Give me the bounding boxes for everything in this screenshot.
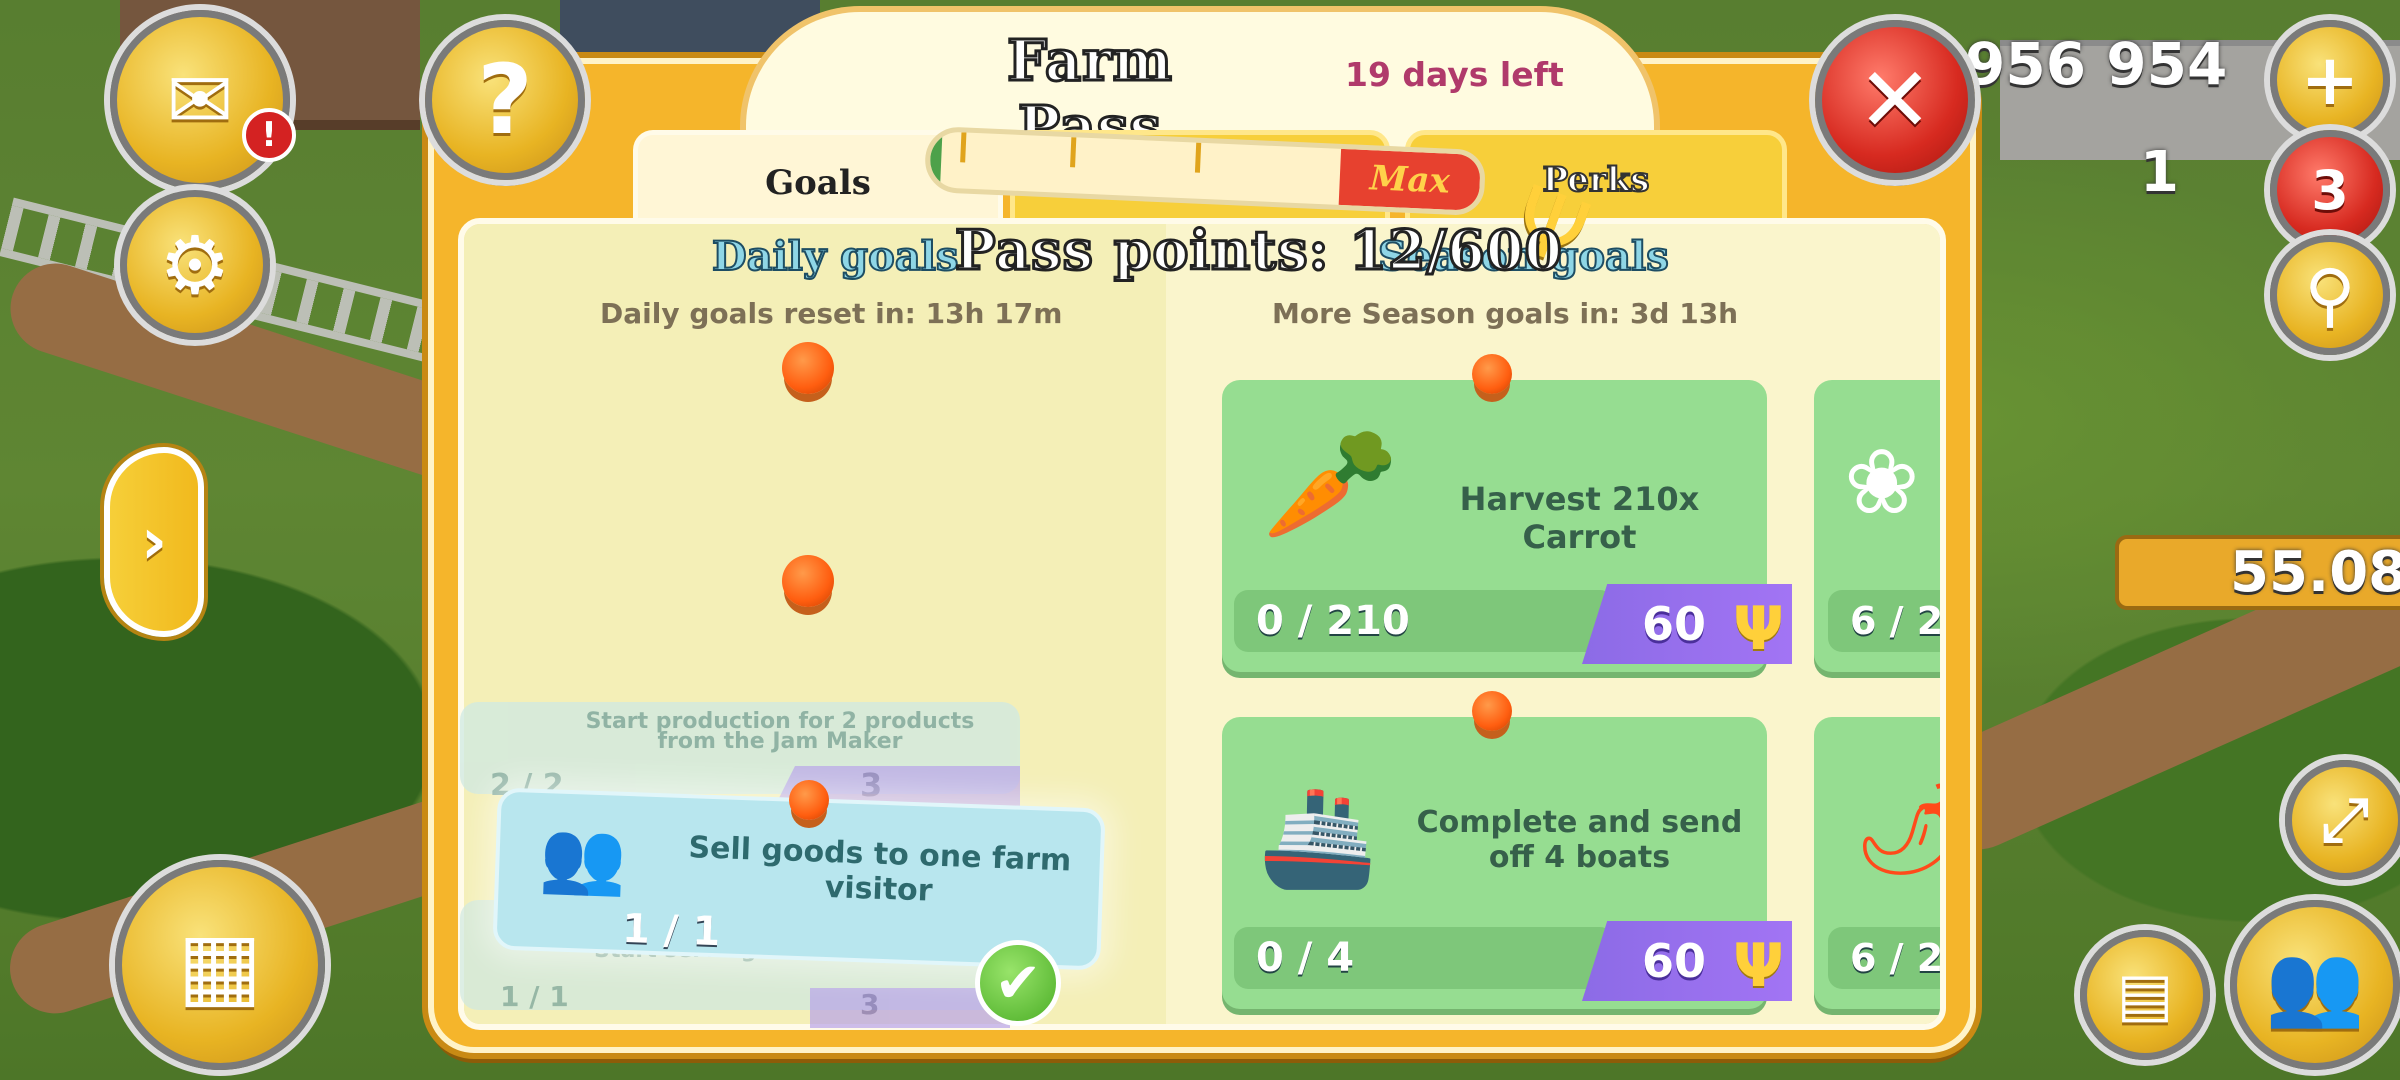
season-goal-card[interactable]: 🥕 Harvest 210x Carrot 0 / 210 60 Ψ — [1222, 380, 1792, 672]
daily-goal-text: Sell goods to one farm visitor — [687, 830, 1072, 909]
season-goal-reward: 60 Ψ — [1582, 584, 1792, 664]
friends-icon: 👥 — [2265, 938, 2365, 1031]
pushpin-icon — [789, 780, 829, 820]
search-button[interactable]: ⚲ — [2270, 235, 2390, 355]
mail-button[interactable]: ✉ — [110, 10, 290, 190]
pitchfork-icon: Ψ — [1733, 594, 1784, 664]
daily-reset-timer: Daily goals reset in: 13h 17m — [600, 297, 1063, 330]
meter-tick — [960, 132, 967, 163]
close-icon: ✕ — [1857, 47, 1933, 153]
daily-goals-heading: Daily goals — [711, 232, 959, 281]
cards-button[interactable]: ▤ — [2080, 930, 2210, 1060]
season-goal-progress: 0 / 4 — [1234, 927, 1614, 989]
reward-points: 60 — [1642, 934, 1707, 988]
chili-icon: 🌶 — [1854, 777, 1940, 882]
pushpin-icon — [1472, 354, 1512, 394]
season-goals-column[interactable]: 🥕 Harvest 210x Carrot 0 / 210 60 Ψ 🚢 Comp… — [1166, 224, 1940, 1024]
diamond-offer-button[interactable]: 3 — [2270, 130, 2390, 250]
coin-count: 956 954 — [1965, 30, 2228, 98]
season-goals-timer: More Season goals in: 3d 13h — [1272, 297, 1739, 330]
add-currency-button[interactable]: + — [2270, 20, 2390, 140]
daily-goal-text: Start production for 2 products from the… — [585, 709, 975, 754]
pass-points-meter-fill — [929, 131, 943, 188]
visitors-icon: 👥 — [538, 814, 629, 900]
season-goal-progress: 0 / 210 — [1234, 590, 1614, 652]
season-goal-card[interactable]: 🌶 6 / 21 — [1814, 717, 1940, 1009]
plus-icon: + — [2300, 39, 2360, 121]
reward-points: 3 — [860, 766, 883, 804]
diamond-count: 1 — [2140, 140, 2179, 205]
question-icon: ? — [477, 44, 533, 156]
season-goal-progress: 6 / 21 — [1828, 927, 1940, 989]
pushpin-icon — [782, 342, 834, 394]
season-goal-reward: 60 Ψ — [1582, 921, 1792, 1001]
chevron-right-icon: › — [140, 505, 168, 579]
season-goal-card[interactable]: ❀ 6 / 21 — [1814, 380, 1940, 672]
daily-goal-progress: 1 / 1 — [621, 905, 722, 956]
pushpin-icon — [782, 555, 834, 607]
friends-button[interactable]: 👥 — [2230, 900, 2400, 1070]
carrot-icon: 🥕 — [1262, 420, 1399, 548]
shop-register-button[interactable]: ▦ — [115, 860, 325, 1070]
gear-icon: ⚙ — [159, 218, 231, 312]
completed-check-icon[interactable]: ✔ — [975, 940, 1061, 1026]
reward-points: 60 — [1642, 597, 1707, 651]
settings-button[interactable]: ⚙ — [120, 190, 270, 340]
expand-view-button[interactable]: ⤢ — [2285, 760, 2400, 880]
cash-register-icon: ▦ — [177, 912, 263, 1018]
side-menu-arrow-button[interactable]: › — [104, 447, 204, 637]
pushpin-icon — [1472, 691, 1512, 731]
close-button[interactable]: ✕ — [1815, 20, 1975, 180]
days-left: 19 days left — [1345, 55, 1564, 94]
meter-tick — [1070, 137, 1077, 168]
diamond-offer-count: 3 — [2311, 158, 2349, 222]
meter-tick — [1194, 142, 1202, 173]
season-goal-card[interactable]: 🚢 Complete and send off 4 boats 0 / 4 60… — [1222, 717, 1792, 1009]
expand-icon: ⤢ — [2321, 785, 2369, 855]
help-button[interactable]: ? — [425, 20, 585, 180]
pitchfork-icon: Ψ — [1733, 931, 1784, 1001]
magnifier-icon: ⚲ — [2304, 254, 2356, 336]
cotton-icon: ❀ — [1844, 430, 1920, 535]
event-timer: 55.08 — [2230, 540, 2400, 605]
season-goal-text: Harvest 210x Carrot — [1459, 480, 1700, 556]
mail-alert-badge: ! — [242, 108, 296, 162]
pass-points: Pass points: 12/600 — [954, 217, 1564, 284]
boat-icon: 🚢 — [1258, 781, 1378, 893]
cards-icon: ▤ — [2116, 960, 2174, 1030]
reward-points: 3 — [860, 988, 880, 1021]
tab-goals-label: Goals — [765, 162, 871, 203]
season-goal-text: Complete and send off 4 boats — [1416, 805, 1743, 875]
meter-max-label: Max — [1338, 148, 1481, 211]
season-goal-progress: 6 / 21 — [1828, 590, 1940, 652]
daily-goal-progress: 1 / 1 — [500, 980, 569, 1013]
envelope-icon: ✉ — [166, 53, 234, 147]
